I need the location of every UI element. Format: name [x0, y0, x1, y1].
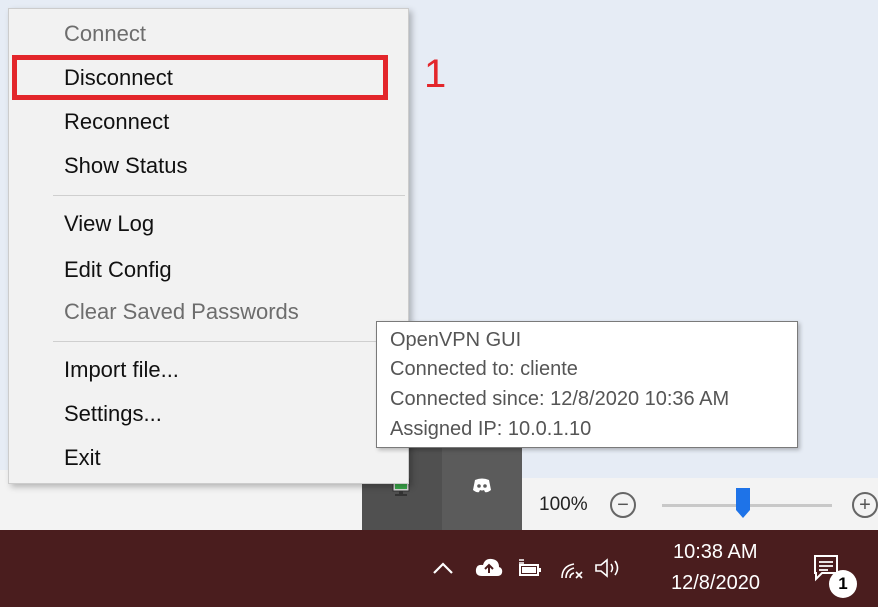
zoom-in-button[interactable]: +: [852, 492, 878, 518]
openvpn-status-tooltip: OpenVPN GUI Connected to: cliente Connec…: [376, 321, 798, 448]
battery-icon[interactable]: [516, 557, 544, 579]
notification-count-badge: 1: [829, 570, 857, 598]
discord-tray-button[interactable]: [442, 447, 522, 530]
zoom-percent[interactable]: 100%: [539, 494, 588, 516]
menu-item-edit-config[interactable]: Edit Config: [64, 257, 172, 283]
menu-item-settings[interactable]: Settings...: [64, 401, 162, 427]
menu-separator: [53, 341, 405, 342]
tooltip-connected-to: Connected to: cliente: [390, 358, 578, 380]
annotation-number: 1: [424, 52, 447, 96]
clock-time[interactable]: 10:38 AM: [673, 541, 758, 564]
volume-icon[interactable]: [594, 557, 624, 579]
menu-separator: [53, 195, 405, 196]
tooltip-title: OpenVPN GUI: [390, 329, 522, 351]
clock-date[interactable]: 12/8/2020: [671, 572, 760, 595]
minus-icon: −: [617, 494, 629, 516]
menu-item-reconnect[interactable]: Reconnect: [64, 109, 169, 135]
wifi-icon[interactable]: [558, 558, 584, 580]
menu-item-show-status[interactable]: Show Status: [64, 153, 188, 179]
discord-icon: [473, 478, 491, 493]
zoom-bar: 100% − +: [522, 478, 878, 530]
plus-icon: +: [859, 494, 871, 516]
zoom-slider-thumb[interactable]: [736, 488, 750, 518]
annotation-highlight-box: [12, 55, 388, 100]
zoom-out-button[interactable]: −: [610, 492, 636, 518]
tooltip-connected-since: Connected since: 12/8/2020 10:36 AM: [390, 388, 730, 410]
chevron-up-icon[interactable]: [432, 560, 454, 576]
menu-item-clear-saved-passwords: Clear Saved Passwords: [64, 299, 299, 324]
menu-item-exit[interactable]: Exit: [64, 445, 101, 471]
menu-item-connect: Connect: [64, 21, 146, 46]
tooltip-assigned-ip: Assigned IP: 10.0.1.10: [390, 418, 592, 440]
menu-item-import-file[interactable]: Import file...: [64, 357, 179, 383]
cloud-upload-icon[interactable]: [474, 556, 504, 578]
menu-item-view-log[interactable]: View Log: [64, 211, 154, 237]
